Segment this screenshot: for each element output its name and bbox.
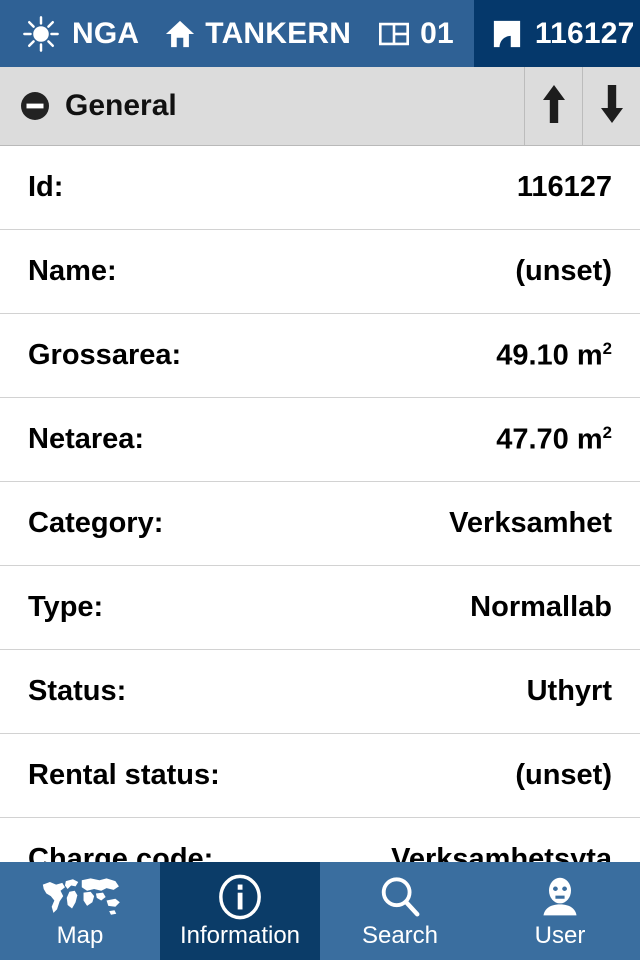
breadcrumb-site-label: NGA bbox=[72, 16, 140, 50]
table-row[interactable]: Rental status: (unset) bbox=[0, 734, 640, 818]
row-label: Type: bbox=[28, 591, 104, 623]
row-label: Name: bbox=[28, 255, 117, 287]
row-value: Verksamhetsyta bbox=[391, 843, 612, 863]
row-value: 47.70 m2 bbox=[496, 422, 612, 456]
tab-user-label: User bbox=[534, 922, 586, 949]
bottom-tab-bar: Map Information Search User bbox=[0, 862, 640, 960]
magnifier-icon bbox=[377, 874, 423, 920]
world-map-icon bbox=[33, 874, 127, 920]
breadcrumb-item-building[interactable]: TANKERN bbox=[139, 0, 351, 67]
home-icon bbox=[165, 18, 195, 50]
breadcrumb-room-label: 116127 bbox=[534, 16, 635, 50]
room-icon bbox=[492, 18, 522, 50]
row-label: Charge code: bbox=[28, 843, 214, 863]
user-person-icon bbox=[538, 874, 582, 920]
arrow-down-icon bbox=[599, 83, 625, 130]
floorplan-icon bbox=[379, 22, 410, 46]
row-label: Status: bbox=[28, 675, 127, 707]
tab-information[interactable]: Information bbox=[160, 862, 320, 960]
row-value: Normallab bbox=[470, 591, 612, 623]
breadcrumb-building-label: TANKERN bbox=[205, 16, 352, 50]
tab-user[interactable]: User bbox=[480, 862, 640, 960]
row-label: Id: bbox=[28, 171, 64, 203]
table-row[interactable]: Category: Verksamhet bbox=[0, 482, 640, 566]
breadcrumb-item-room[interactable]: 116127 bbox=[473, 0, 640, 67]
table-row[interactable]: Charge code: Verksamhetsyta bbox=[0, 818, 640, 863]
tab-search[interactable]: Search bbox=[320, 862, 480, 960]
breadcrumb-item-site[interactable]: NGA bbox=[0, 0, 139, 67]
table-row[interactable]: Grossarea: 49.10 m2 bbox=[0, 314, 640, 398]
table-row[interactable]: Type: Normallab bbox=[0, 566, 640, 650]
breadcrumb-item-floor[interactable]: 01 bbox=[351, 0, 454, 67]
previous-record-button[interactable] bbox=[524, 67, 582, 145]
row-label: Category: bbox=[28, 507, 164, 539]
row-label: Grossarea: bbox=[28, 339, 182, 371]
section-collapse-toggle[interactable]: General bbox=[0, 67, 524, 145]
tab-information-label: Information bbox=[179, 922, 301, 949]
row-value: 116127 bbox=[516, 171, 612, 203]
table-row[interactable]: Netarea: 47.70 m2 bbox=[0, 398, 640, 482]
row-value: Verksamhet bbox=[449, 507, 612, 539]
tab-search-label: Search bbox=[361, 922, 439, 949]
app-header: NGA TANKERN 01 116127 bbox=[0, 0, 640, 67]
table-row[interactable]: Status: Uthyrt bbox=[0, 650, 640, 734]
table-row[interactable]: Id: 116127 bbox=[0, 146, 640, 230]
row-value: (unset) bbox=[515, 255, 612, 287]
row-value: 49.10 m2 bbox=[496, 338, 612, 372]
section-header-bar: General bbox=[0, 67, 640, 146]
row-value: Uthyrt bbox=[526, 675, 612, 707]
tab-map-label: Map bbox=[56, 922, 104, 949]
row-label: Rental status: bbox=[28, 759, 220, 791]
minus-circle-icon[interactable] bbox=[20, 91, 50, 121]
sun-icon bbox=[22, 15, 60, 53]
row-value: (unset) bbox=[515, 759, 612, 791]
info-circle-icon bbox=[217, 874, 263, 920]
arrow-up-icon bbox=[541, 83, 567, 130]
row-label: Netarea: bbox=[28, 423, 145, 455]
table-row[interactable]: Name: (unset) bbox=[0, 230, 640, 314]
detail-list[interactable]: Id: 116127 Name: (unset) Grossarea: 49.1… bbox=[0, 146, 640, 862]
section-title: General bbox=[65, 89, 177, 122]
next-record-button[interactable] bbox=[582, 67, 640, 145]
breadcrumb-floor-label: 01 bbox=[420, 16, 454, 50]
tab-map[interactable]: Map bbox=[0, 862, 160, 960]
